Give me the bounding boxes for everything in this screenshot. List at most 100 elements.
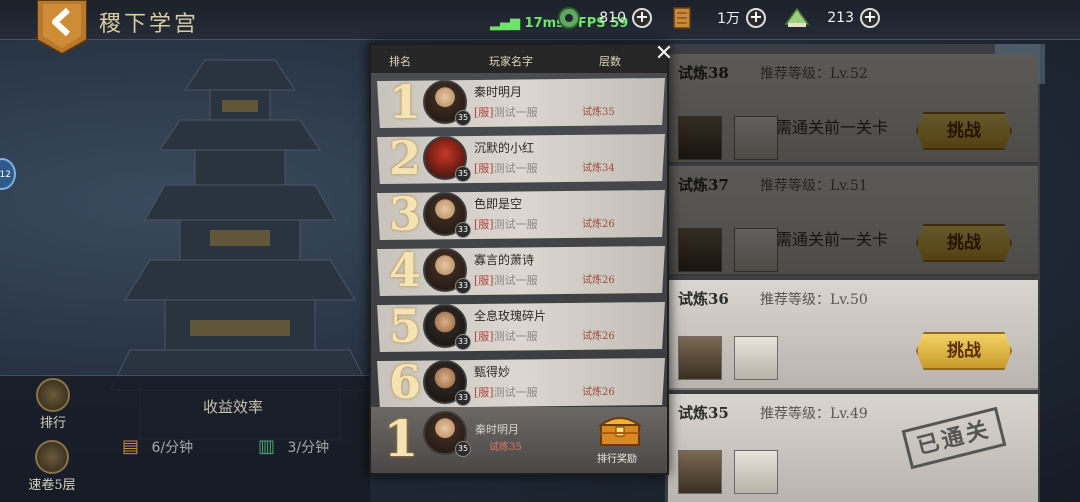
- scroll-value: 1万: [717, 11, 740, 27]
- sweep-icon: [35, 440, 69, 474]
- player-server: [服]测试一服: [474, 272, 538, 288]
- treasure-chest-icon[interactable]: [598, 411, 642, 447]
- player-server: [服]测试一服: [474, 160, 538, 176]
- server-tag: [服]: [474, 106, 494, 119]
- my-level: 35: [455, 441, 471, 457]
- add-scroll-button[interactable]: +: [746, 8, 766, 28]
- player-name: 寡言的萧诗: [474, 253, 535, 267]
- book-icon: ▥: [258, 436, 276, 457]
- player-name: 沉默的小红: [474, 141, 535, 155]
- rank-side-label: 排行: [39, 416, 66, 431]
- efficiency-title: 收益效率: [203, 398, 264, 416]
- jade-icon: [558, 7, 580, 29]
- jade-value: 810: [599, 10, 626, 26]
- player-server: [服]测试一服: [474, 216, 538, 232]
- back-arrow-icon[interactable]: [37, 0, 87, 54]
- player-level: 33: [455, 334, 471, 350]
- leaderboard-header: 排名 玩家名字 层数: [371, 45, 667, 73]
- trial-name: 试炼36: [678, 290, 729, 308]
- server-tag: [服]: [474, 162, 494, 175]
- leaderboard-row[interactable]: 2 35 沉默的小红 [服]测试一服 试炼34: [377, 134, 665, 184]
- rank-number: 1: [388, 75, 421, 129]
- server-tag: [服]: [474, 386, 494, 399]
- efficiency-rate-1: ▤ 6/分钟: [122, 436, 193, 457]
- trophy-icon: [36, 378, 70, 412]
- trial-recommend: 推荐等级：Lv.52: [760, 66, 868, 82]
- player-level: 35: [455, 166, 471, 182]
- leaderboard-row[interactable]: 5 33 全息玫瑰碎片 [服]测试一服 试炼26: [377, 302, 665, 352]
- my-rank-number: 1: [383, 409, 419, 468]
- leaderboard-row[interactable]: 4 33 寡言的萧诗 [服]测试一服 试炼26: [377, 246, 665, 296]
- player-level: 33: [455, 390, 471, 406]
- header-rank: 排名: [389, 55, 411, 68]
- trial-name: 试炼37: [678, 176, 729, 194]
- player-floor: 试炼34: [582, 163, 615, 174]
- reward-paper-icon[interactable]: [734, 336, 778, 380]
- reward-paper-icon[interactable]: [734, 228, 778, 272]
- close-icon[interactable]: ✕: [651, 41, 677, 67]
- rank-number: 4: [388, 243, 421, 297]
- cleared-stamp: 已通关: [901, 406, 1007, 470]
- my-name: 秦时明月: [475, 423, 519, 436]
- header-player: 玩家名字: [489, 55, 533, 68]
- player-level: 33: [455, 278, 471, 294]
- reward-scroll-icon[interactable]: [678, 228, 722, 272]
- player-name: 甄得妙: [474, 365, 511, 379]
- rank-reward-label[interactable]: 排行奖励: [597, 450, 637, 465]
- trial-row-37[interactable]: 试炼37 推荐等级：Lv.51 需通关前一关卡 挑战: [668, 166, 1038, 276]
- trial-row-38[interactable]: 试炼38 推荐等级：Lv.52 需通关前一关卡 挑战: [668, 54, 1038, 164]
- server-tag: [服]: [474, 218, 494, 231]
- server-tag: [服]: [474, 274, 494, 287]
- player-floor: 试炼26: [582, 331, 615, 342]
- rice-dumpling-icon: [784, 7, 810, 27]
- leaderboard-row[interactable]: 3 33 色即是空 [服]测试一服 试炼26: [377, 190, 665, 240]
- reward-bag-icon[interactable]: [678, 450, 722, 494]
- rank-number: 5: [388, 299, 421, 353]
- trial-recommend: 推荐等级：Lv.50: [760, 292, 868, 308]
- server-tag: [服]: [474, 330, 494, 343]
- rank-number: 2: [388, 131, 421, 185]
- signal-icon: ▂▄▆: [490, 16, 520, 31]
- rate-1-text: 6/分钟: [151, 440, 194, 456]
- player-floor: 试炼26: [582, 219, 615, 230]
- rice-dumpling-value: 213: [827, 10, 854, 26]
- add-jade-button[interactable]: +: [632, 8, 652, 28]
- server-name: 测试一服: [493, 274, 538, 287]
- add-rice-dumpling-button[interactable]: +: [860, 8, 880, 28]
- reward-paper-icon[interactable]: [734, 450, 778, 494]
- reward-scroll-icon[interactable]: [678, 116, 722, 160]
- player-floor: 试炼26: [582, 387, 615, 398]
- header-floor: 层数: [599, 55, 621, 68]
- trial-lock-text: 需通关前一关卡: [776, 230, 889, 249]
- server-name: 测试一服: [493, 162, 538, 175]
- reward-scroll-icon[interactable]: [678, 336, 722, 380]
- player-name: 秦时明月: [474, 85, 523, 99]
- reward-paper-icon[interactable]: [734, 116, 778, 160]
- sweep-side-label: 速卷5层: [28, 478, 76, 493]
- server-name: 测试一服: [493, 330, 538, 343]
- challenge-button[interactable]: 挑战: [916, 112, 1012, 150]
- challenge-button[interactable]: 挑战: [916, 224, 1012, 262]
- trial-name: 试炼35: [678, 404, 729, 422]
- my-rank-row: 1 35 秦时明月 试炼35 排行奖励: [371, 407, 667, 473]
- rank-number: 6: [388, 355, 421, 409]
- page-title: 稷下学宫: [99, 12, 200, 37]
- server-name: 测试一服: [493, 106, 538, 119]
- trial-lock-text: 需通关前一关卡: [776, 118, 889, 137]
- leaderboard-row[interactable]: 6 33 甄得妙 [服]测试一服 试炼26: [377, 358, 665, 408]
- sweep-side-button[interactable]: 速卷5层: [22, 440, 82, 493]
- leaderboard-row[interactable]: 1 35 秦时明月 [服]测试一服 试炼35: [377, 78, 665, 128]
- player-floor: 试炼26: [582, 275, 615, 286]
- rate-2-text: 3/分钟: [287, 440, 330, 456]
- scroll-icon: ▤: [122, 436, 140, 457]
- trial-row-36[interactable]: 试炼36 推荐等级：Lv.50 挑战: [668, 280, 1038, 390]
- rank-side-button[interactable]: 排行: [28, 378, 78, 431]
- player-level: 35: [455, 110, 471, 126]
- player-server: [服]测试一服: [474, 104, 538, 120]
- resource-rice-dumpling: 213 +: [784, 6, 880, 30]
- challenge-button[interactable]: 挑战: [916, 332, 1012, 370]
- rank-number: 3: [388, 187, 421, 241]
- trial-row-35[interactable]: 试炼35 推荐等级：Lv.49 已通关: [668, 394, 1038, 502]
- resource-scroll: 1万 +: [670, 6, 766, 30]
- player-server: [服]测试一服: [474, 384, 538, 400]
